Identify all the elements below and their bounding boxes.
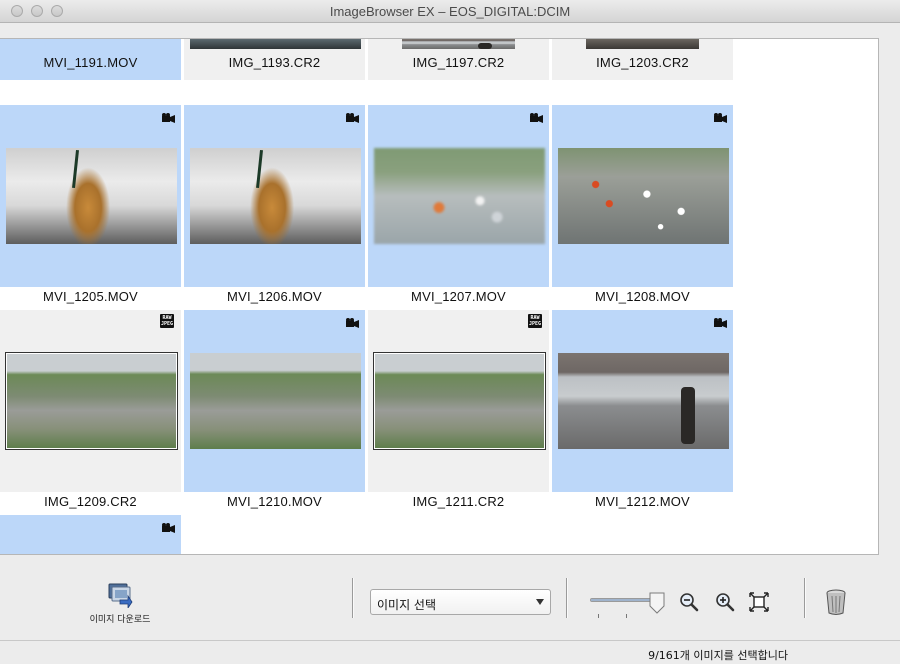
movie-camera-icon	[346, 315, 359, 328]
title-bar: ImageBrowser EX – EOS_DIGITAL:DCIM	[0, 0, 900, 23]
thumbnail-image[interactable]	[374, 148, 545, 244]
thumbnail-cell[interactable]: MVI_1207.MOV	[368, 105, 549, 304]
thumbnail-cell[interactable]: MVI_1205.MOV	[0, 105, 181, 304]
status-divider	[0, 640, 900, 641]
toolbar-divider	[352, 578, 353, 618]
chevron-down-icon	[536, 599, 544, 605]
movie-camera-icon	[714, 315, 727, 328]
thumbnail-cell[interactable]: IMG_1193.CR2	[184, 39, 365, 80]
thumbnail-cell[interactable]: RAW JPEG IMG_1211.CR2	[368, 310, 549, 509]
movie-camera-icon	[530, 110, 543, 123]
thumbnail-filename: MVI_1208.MOV	[595, 289, 690, 304]
selection-status: 9/161개 이미지를 선택합니다	[648, 649, 788, 662]
thumbnail-cell[interactable]: RAW JPEG IMG_1209.CR2	[0, 310, 181, 509]
thumbnail-filename: MVI_1191.MOV	[43, 55, 138, 70]
raw-badge-line2: JPEG	[160, 321, 174, 327]
selection-dropdown-value: 이미지 선택	[377, 598, 437, 612]
zoom-out-icon[interactable]	[679, 592, 699, 612]
movie-camera-icon	[162, 520, 175, 533]
thumbnail-filename: MVI_1207.MOV	[411, 289, 506, 304]
movie-camera-icon	[162, 110, 175, 123]
thumbnail-filename: IMG_1197.CR2	[412, 55, 505, 70]
raw-jpeg-icon: RAW JPEG	[528, 314, 542, 328]
thumbnail-image[interactable]	[558, 148, 729, 244]
thumbnail-filename: MVI_1212.MOV	[595, 494, 690, 509]
download-images-label: 이미지 다운로드	[89, 615, 151, 625]
thumbnail-grid[interactable]: MVI_1191.MOV IMG_1193.CR2 IMG_1197.CR2 IMG_…	[0, 38, 879, 555]
trash-icon[interactable]	[824, 588, 848, 616]
thumbnail-cell[interactable]: MVI_1210.MOV	[184, 310, 365, 509]
thumbnail-filename: MVI_1206.MOV	[227, 289, 322, 304]
thumbnail-image[interactable]	[5, 352, 178, 450]
thumbnail-filename: IMG_1193.CR2	[228, 55, 321, 70]
window-title: ImageBrowser EX – EOS_DIGITAL:DCIM	[329, 4, 571, 19]
thumbnail-filename: IMG_1209.CR2	[44, 494, 137, 509]
slider-tick	[598, 614, 599, 618]
toolbar-divider	[566, 578, 567, 618]
bottom-toolbar: 이미지 다운로드 이미지 선택 9/161개 이미지를 선택합니다	[0, 556, 900, 664]
thumbnail-cell[interactable]: MVI_1206.MOV	[184, 105, 365, 304]
thumbnail-image[interactable]	[373, 352, 546, 450]
slider-thumb[interactable]	[648, 592, 666, 614]
movie-camera-icon	[346, 110, 359, 123]
thumbnail-filename: MVI_1210.MOV	[227, 494, 322, 509]
download-images-button[interactable]: 이미지 다운로드	[80, 582, 160, 632]
thumbnail-cell[interactable]: IMG_1203.CR2	[552, 39, 733, 80]
thumbnail-size-slider-fill	[591, 599, 656, 601]
thumbnail-image[interactable]	[586, 39, 699, 49]
thumbnail-image[interactable]	[190, 353, 361, 449]
thumbnail-cell[interactable]: MVI_1191.MOV	[0, 39, 181, 80]
thumbnail-filename: IMG_1203.CR2	[596, 55, 689, 70]
thumbnail-filename: IMG_1211.CR2	[412, 494, 505, 509]
thumbnail-image[interactable]	[190, 39, 361, 49]
thumbnail-cell[interactable]: MVI_1208.MOV	[552, 105, 733, 304]
camera-download-icon	[106, 582, 134, 610]
thumbnail-image[interactable]	[558, 353, 729, 449]
toolbar-divider	[804, 578, 805, 618]
raw-badge-line2: JPEG	[528, 321, 542, 327]
thumbnail-image[interactable]	[190, 148, 361, 244]
thumbnail-filename: MVI_1205.MOV	[43, 289, 138, 304]
movie-camera-icon	[714, 110, 727, 123]
thumbnail-cell[interactable]	[0, 515, 181, 554]
fit-to-window-icon[interactable]	[749, 592, 769, 612]
slider-tick	[626, 614, 627, 618]
thumbnail-image[interactable]	[6, 148, 177, 244]
thumbnail-cell[interactable]: MVI_1212.MOV	[552, 310, 733, 509]
thumbnail-cell[interactable]: IMG_1197.CR2	[368, 39, 549, 80]
selection-dropdown[interactable]: 이미지 선택	[370, 589, 551, 615]
raw-jpeg-icon: RAW JPEG	[160, 314, 174, 328]
zoom-in-icon[interactable]	[715, 592, 735, 612]
thumbnail-image[interactable]	[402, 39, 515, 49]
